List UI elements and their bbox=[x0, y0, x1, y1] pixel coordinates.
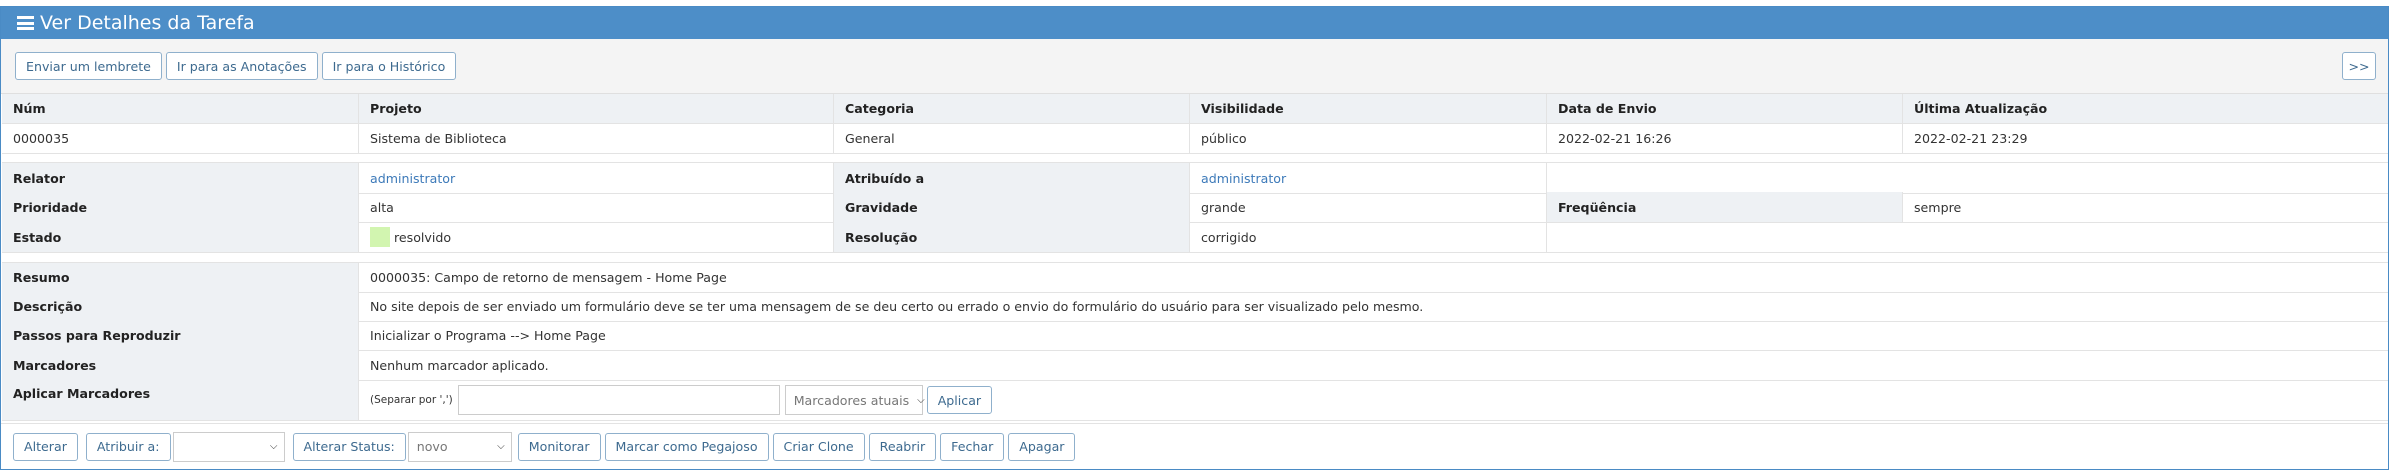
reopen-button[interactable]: Reabrir bbox=[868, 432, 937, 461]
summary-label: Resumo bbox=[2, 263, 359, 292]
go-to-history-button[interactable]: Ir para o Histórico bbox=[321, 52, 457, 80]
reporter-label: Relator bbox=[2, 163, 359, 193]
apply-tags-label: Aplicar Marcadores bbox=[2, 380, 359, 420]
chevron-down-icon: ⌵ bbox=[497, 441, 505, 452]
col-header-submitted: Data de Envio bbox=[1547, 94, 1903, 123]
status-label: Estado bbox=[2, 222, 359, 252]
priority-value: alta bbox=[359, 192, 834, 222]
separator-hint: (Separar por ',') bbox=[370, 394, 453, 406]
col-header-category: Categoria bbox=[834, 94, 1190, 123]
priority-row: Prioridade alta Gravidade grande Freqüên… bbox=[2, 192, 2388, 223]
apply-tags-controls: (Separar por ',') Marcadores atuais ⌵ Ap… bbox=[359, 380, 2388, 420]
change-status-button[interactable]: Alterar Status: bbox=[292, 432, 406, 461]
action-bar: Alterar Atribuir a: ⌵ Alterar Status: no… bbox=[1, 423, 2388, 469]
frequency-label: Freqüência bbox=[1547, 192, 1903, 222]
status-select[interactable]: novo ⌵ bbox=[407, 431, 512, 462]
tags-input[interactable] bbox=[457, 385, 780, 415]
col-header-id: Núm bbox=[2, 94, 359, 123]
status-color-swatch bbox=[370, 227, 390, 247]
sticky-button[interactable]: Marcar como Pegajoso bbox=[604, 432, 769, 461]
description-row: Descrição No site depois de ser enviado … bbox=[2, 291, 2388, 322]
severity-label: Gravidade bbox=[834, 192, 1190, 222]
col-header-updated: Última Atualização bbox=[1903, 94, 2388, 123]
empty-cell bbox=[1547, 163, 2388, 193]
issue-id: 0000035 bbox=[2, 123, 359, 153]
summary-value: 0000035: Campo de retorno de mensagem - … bbox=[370, 270, 727, 285]
current-tags-select-label: Marcadores atuais bbox=[793, 392, 910, 408]
resolution-label: Resolução bbox=[834, 222, 1190, 252]
current-tags-select[interactable]: Marcadores atuais ⌵ bbox=[784, 385, 925, 415]
assigned-link[interactable]: administrator bbox=[1190, 163, 1547, 193]
submitted-date: 2022-02-21 16:26 bbox=[1547, 123, 1903, 153]
monitor-button[interactable]: Monitorar bbox=[517, 432, 601, 461]
assigned-label: Atribuído a bbox=[834, 163, 1190, 193]
summary-row: Resumo 0000035: Campo de retorno de mens… bbox=[2, 262, 2388, 293]
status-row: Estado resolvido Resolução corrigido bbox=[2, 222, 2388, 253]
reporter-link[interactable]: administrator bbox=[359, 163, 834, 193]
top-toolbar: Enviar um lembrete Ir para as Anotações … bbox=[1, 39, 2388, 94]
empty-cell bbox=[1547, 222, 2388, 252]
apply-tags-row: Aplicar Marcadores (Separar por ',') Mar… bbox=[2, 380, 2388, 421]
bars-icon bbox=[17, 16, 34, 30]
assign-select[interactable]: ⌵ bbox=[172, 431, 285, 462]
send-reminder-button[interactable]: Enviar um lembrete bbox=[15, 52, 162, 80]
steps-value: Inicializar o Programa --> Home Page bbox=[370, 328, 606, 343]
priority-label: Prioridade bbox=[2, 192, 359, 222]
category-value: General bbox=[834, 123, 1190, 153]
status-select-value: novo bbox=[416, 439, 448, 454]
assign-button[interactable]: Atribuir a: bbox=[85, 432, 171, 461]
severity-value: grande bbox=[1190, 192, 1547, 222]
col-header-visibility: Visibilidade bbox=[1190, 94, 1547, 123]
edit-button[interactable]: Alterar bbox=[13, 432, 78, 461]
clone-button[interactable]: Criar Clone bbox=[772, 432, 865, 461]
issue-details-widget: Ver Detalhes da Tarefa Enviar um lembret… bbox=[0, 6, 2389, 470]
tags-row: Marcadores Nenhum marcador aplicado. bbox=[2, 350, 2388, 381]
frequency-value: sempre bbox=[1914, 199, 1962, 215]
apply-tags-button[interactable]: Aplicar bbox=[926, 386, 993, 414]
tags-label: Marcadores bbox=[2, 350, 359, 380]
summary-header-row: Núm Projeto Categoria Visibilidade Data … bbox=[2, 94, 2388, 124]
tags-value: Nenhum marcador aplicado. bbox=[370, 357, 549, 373]
description-label: Descrição bbox=[2, 291, 359, 321]
chevron-down-icon: ⌵ bbox=[917, 394, 925, 406]
updated-date: 2022-02-21 23:29 bbox=[1914, 130, 2028, 146]
status-value: resolvido bbox=[394, 229, 452, 245]
visibility-value: público bbox=[1190, 123, 1547, 153]
widget-header: Ver Detalhes da Tarefa bbox=[1, 7, 2388, 39]
chevron-down-icon: ⌵ bbox=[269, 441, 278, 452]
next-issue-button[interactable]: >> bbox=[2342, 52, 2376, 80]
description-value: No site depois de ser enviado um formulá… bbox=[370, 298, 1424, 314]
summary-values-row: 0000035 Sistema de Biblioteca General pú… bbox=[2, 123, 2388, 154]
steps-label: Passos para Reproduzir bbox=[2, 321, 359, 350]
delete-button[interactable]: Apagar bbox=[1008, 432, 1076, 461]
steps-row: Passos para Reproduzir Inicializar o Pro… bbox=[2, 321, 2388, 351]
status-value-cell: resolvido bbox=[359, 222, 834, 252]
col-header-project: Projeto bbox=[359, 94, 834, 123]
close-button[interactable]: Fechar bbox=[940, 432, 1005, 461]
reporter-row: Relator administrator Atribuído a admini… bbox=[2, 162, 2388, 194]
project-value: Sistema de Biblioteca bbox=[359, 123, 834, 153]
page-title: Ver Detalhes da Tarefa bbox=[40, 12, 255, 34]
resolution-value: corrigido bbox=[1190, 222, 1547, 252]
go-to-notes-button[interactable]: Ir para as Anotações bbox=[165, 52, 318, 80]
